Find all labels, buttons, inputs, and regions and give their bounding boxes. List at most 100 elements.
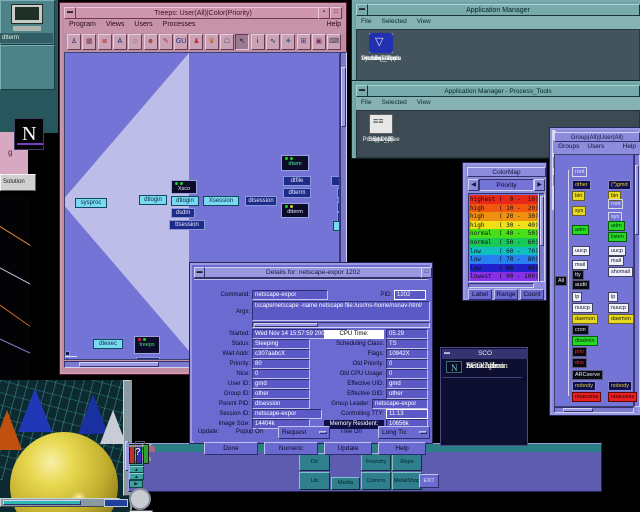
sco-item-sco-admin[interactable]: ASCO Admin: [442, 360, 526, 414]
tree-node-treeps[interactable]: treeps: [134, 336, 160, 354]
org-chart-icon[interactable]: ▣: [311, 34, 326, 50]
group-node-mail[interactable]: mail: [572, 260, 589, 270]
panel-end-cap[interactable]: ▶: [129, 480, 143, 488]
tree-node-dtfile[interactable]: dtfile: [331, 176, 339, 186]
numeric-button[interactable]: Numeric: [264, 442, 318, 455]
colormap-vertical-scrollbar[interactable]: [539, 193, 545, 282]
field-cputime[interactable]: 05.29: [386, 329, 428, 339]
field-pid[interactable]: 1202: [394, 290, 426, 300]
colormap-button-range[interactable]: Range: [494, 289, 518, 300]
field-effectivegid[interactable]: other: [386, 389, 428, 399]
group-node-audit[interactable]: audit: [572, 280, 590, 290]
user-node-root[interactable]: root: [608, 199, 624, 209]
app-manager-titlebar[interactable]: Application Manager: [356, 4, 640, 16]
menu-item-view[interactable]: View: [412, 16, 436, 27]
field-effectiveuid[interactable]: gmd: [386, 379, 428, 389]
process-node-square[interactable]: [65, 357, 70, 359]
window-menu-button[interactable]: ▬: [194, 267, 205, 278]
colormap-next-button[interactable]: ▶: [534, 179, 545, 191]
done-button[interactable]: Done: [204, 442, 258, 455]
group-node-dos[interactable]: dos: [572, 358, 587, 368]
colormap-button-label[interactable]: Label: [468, 289, 492, 300]
color-legend-icon[interactable]: ≣: [97, 34, 112, 50]
tree-node-sysproc[interactable]: sysproc: [75, 198, 107, 208]
user-node-nuucp[interactable]: nuucp: [608, 303, 629, 313]
field-sessionid[interactable]: netscape-expor: [252, 409, 322, 419]
menu-item-selected[interactable]: Selected: [376, 16, 411, 27]
tree-node-dtsession[interactable]: dtsession: [245, 196, 277, 206]
group-node-all[interactable]: All: [555, 276, 568, 286]
dtterm-minimized-icon[interactable]: dtterm: [0, 4, 55, 90]
group-node-lp[interactable]: lp: [572, 292, 583, 302]
field-groupleader[interactable]: netscape-expor: [372, 399, 428, 409]
update-button[interactable]: Update: [324, 442, 372, 455]
user-node-shomail[interactable]: shomail: [608, 267, 633, 277]
pointer-icon[interactable]: ↖: [235, 34, 250, 50]
keyboard-icon[interactable]: ⌨: [327, 34, 342, 50]
group-node-daemon[interactable]: daemon: [572, 314, 598, 324]
sort-ab-icon[interactable]: A: [112, 34, 127, 50]
menu-item-selected[interactable]: Selected: [376, 97, 411, 108]
group-node-ARCserve[interactable]: ARCserve: [572, 370, 604, 380]
menu-item-users[interactable]: Users: [129, 19, 157, 30]
person-red-icon[interactable]: ♟: [189, 34, 204, 50]
details-titlebar[interactable]: Details for: netscape-expor 1202: [194, 267, 432, 278]
sco-item-netscape[interactable]: N Netscape: [442, 360, 526, 432]
args-scrollbar[interactable]: [252, 322, 430, 328]
tree-node-dticon[interactable]: dticon: [136, 357, 160, 359]
user-node-uucp[interactable]: uucp: [608, 246, 626, 256]
ptools-icon-ptree[interactable]: Process_Tree: [357, 114, 405, 211]
field-schedulingclass[interactable]: TS: [386, 339, 428, 349]
run-person-icon[interactable]: ♙: [67, 34, 81, 50]
menu-item-view[interactable]: View: [412, 97, 436, 108]
tree-node-dtwm[interactable]: dtwm: [281, 155, 309, 171]
window-menu-button[interactable]: ▬: [356, 85, 368, 97]
field-command[interactable]: netscape-expor: [252, 290, 328, 300]
menu-item-help[interactable]: Help: [322, 19, 346, 30]
group-node-cron[interactable]: cron: [572, 325, 589, 335]
group-node-sys[interactable]: sys: [572, 206, 587, 216]
tree-node-dtlogin[interactable]: dtlogin: [171, 196, 199, 206]
menu-item-help[interactable]: Help: [619, 142, 640, 151]
thumb[interactable]: [254, 323, 318, 327]
exit-button[interactable]: EXIT: [419, 474, 439, 488]
group-node-other[interactable]: other: [572, 180, 591, 190]
tree-node-Xsession[interactable]: Xsession: [203, 196, 239, 206]
solution-button-fragment[interactable]: Solution: [0, 174, 36, 191]
window-menu-button[interactable]: ▬: [64, 7, 76, 19]
menu-item-file[interactable]: File: [356, 16, 376, 27]
tree-node-ttsession[interactable]: ttsession: [169, 220, 205, 230]
group-node-dtadmin[interactable]: dtadmin: [572, 336, 598, 346]
user-node-mail[interactable]: mail: [608, 256, 625, 266]
workspace-button-foundry[interactable]: Foundry: [361, 453, 391, 471]
group-node-root[interactable]: root: [572, 167, 588, 177]
users-group-icon[interactable]: ☻: [143, 34, 158, 50]
tree-node-dtterm[interactable]: dtterm: [283, 188, 311, 198]
tree-node-dtfile[interactable]: dtfile: [283, 176, 311, 186]
ghost-icon[interactable]: ☖: [220, 34, 234, 50]
window-menu-button[interactable]: ▬: [442, 349, 452, 359]
sco-titlebar[interactable]: SCO: [442, 349, 528, 359]
colormap-list[interactable]: highest ( 0 - 10) high ( 10 - 20) high ( 2…: [468, 193, 539, 282]
popup-on-dropdown[interactable]: Request: [278, 426, 330, 439]
person-orange-icon[interactable]: ♛: [204, 34, 219, 50]
tree-node-Xsco[interactable]: Xsco: [171, 180, 197, 194]
group-node-bin[interactable]: bin: [572, 191, 586, 201]
wheel-icon[interactable]: ✳: [281, 34, 296, 50]
subpanel-arrow-tab[interactable]: ▲: [129, 473, 144, 480]
tree-node-dsdm[interactable]: dsdm: [171, 208, 195, 218]
workspace-button-repo[interactable]: Repo: [392, 453, 422, 471]
signal-icon[interactable]: ∿: [265, 34, 280, 50]
tree-node-dtexec[interactable]: dtexec: [93, 339, 123, 349]
group-horizontal-scrollbar[interactable]: [554, 407, 634, 413]
user-node-nobody[interactable]: nobody: [608, 381, 633, 391]
field-status[interactable]: Sleeping: [252, 339, 310, 349]
user-node-noaccess[interactable]: noaccess: [608, 392, 638, 402]
menu-item-groups[interactable]: Groups: [554, 142, 583, 151]
tree-node-dtlogin[interactable]: dtlogin: [139, 195, 167, 205]
colormap-row[interactable]: lowest ( 90 - 100): [470, 272, 538, 281]
workspace-button-metalshop[interactable]: MetalShop: [392, 472, 422, 490]
user-node-daemon[interactable]: daemon: [608, 314, 634, 324]
field-flags[interactable]: 10942X: [386, 349, 428, 359]
user-node-gmd[interactable]: (*)gmd: [608, 180, 631, 190]
